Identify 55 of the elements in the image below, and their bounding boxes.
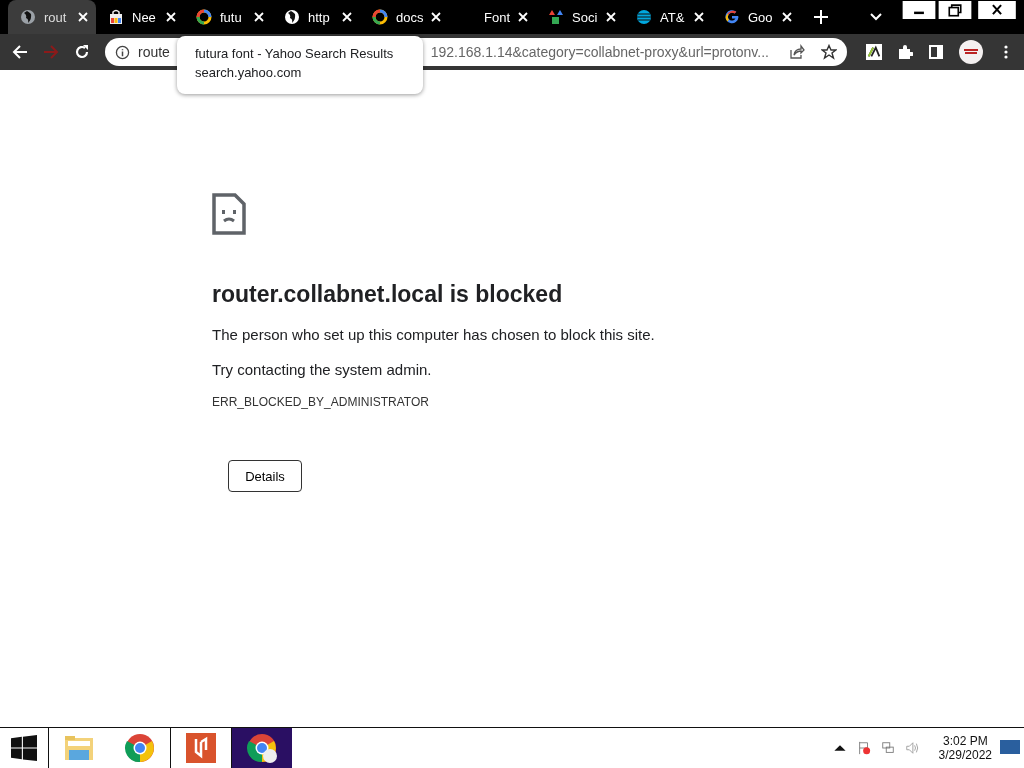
ring-icon xyxy=(372,9,388,25)
notification-icon[interactable] xyxy=(1000,740,1020,756)
ring-icon xyxy=(196,9,212,25)
star-icon[interactable] xyxy=(821,44,837,60)
close-icon[interactable] xyxy=(431,12,442,22)
browser-tab[interactable]: Nee xyxy=(96,0,184,34)
details-button[interactable]: Details xyxy=(228,460,302,492)
browser-tab[interactable]: Goo xyxy=(712,0,800,34)
chrome-icon xyxy=(123,732,156,764)
error-message: The person who set up this computer has chosen to block this site. xyxy=(212,326,656,343)
striped-sphere-icon xyxy=(636,9,652,25)
reload-icon[interactable] xyxy=(74,44,90,60)
info-icon[interactable] xyxy=(115,44,130,60)
close-icon[interactable] xyxy=(782,12,792,22)
browser-tab[interactable]: rout xyxy=(8,0,96,34)
globe-icon xyxy=(284,9,300,25)
taskbar-app[interactable] xyxy=(231,728,292,768)
close-icon[interactable] xyxy=(342,12,352,22)
globe-icon xyxy=(20,9,36,25)
close-icon[interactable] xyxy=(518,12,528,22)
close-icon[interactable] xyxy=(606,12,616,22)
shapes-icon xyxy=(548,9,564,25)
browser-tab[interactable]: http xyxy=(272,0,360,34)
share-icon[interactable] xyxy=(789,44,805,60)
tab-tooltip: futura font - Yahoo Search Results search.yahoo.com xyxy=(177,36,423,94)
restore-icon[interactable] xyxy=(938,1,972,19)
windows-logo-icon xyxy=(11,735,37,761)
chrome-icon xyxy=(246,732,278,764)
reader-app-icon xyxy=(185,732,217,764)
network-icon[interactable] xyxy=(880,741,895,755)
close-icon[interactable] xyxy=(694,12,704,22)
minimize-icon[interactable] xyxy=(902,1,936,19)
error-code: ERR_BLOCKED_BY_ADMINISTRATOR xyxy=(212,395,430,409)
back-arrow-icon[interactable] xyxy=(12,44,28,60)
puzzle-icon[interactable] xyxy=(897,44,913,60)
error-hint: Try contacting the system admin. xyxy=(212,361,433,378)
browser-tab[interactable]: Soci xyxy=(536,0,624,34)
side-panel-icon[interactable] xyxy=(928,44,944,60)
profile-avatar-icon[interactable] xyxy=(959,40,983,64)
sad-document-icon xyxy=(212,193,246,235)
close-icon[interactable] xyxy=(254,12,264,22)
close-icon[interactable] xyxy=(78,12,88,22)
close-icon[interactable] xyxy=(166,12,176,22)
shopping-bag-icon xyxy=(108,9,124,25)
browser-tab[interactable]: docs xyxy=(360,0,448,34)
new-tab-icon[interactable] xyxy=(814,10,828,24)
browser-tab[interactable]: Font xyxy=(448,0,536,34)
browser-tab[interactable]: futu xyxy=(184,0,272,34)
error-heading: router.collabnet.local is blocked xyxy=(212,281,564,308)
flag-icon[interactable] xyxy=(856,741,871,755)
g-logo-icon xyxy=(724,9,740,25)
extension-logo-icon[interactable] xyxy=(866,44,882,60)
clock[interactable]: 3:02 PM 3/29/2022 xyxy=(938,734,992,762)
chevron-down-icon[interactable] xyxy=(870,13,882,21)
browser-tab[interactable]: AT& xyxy=(624,0,712,34)
